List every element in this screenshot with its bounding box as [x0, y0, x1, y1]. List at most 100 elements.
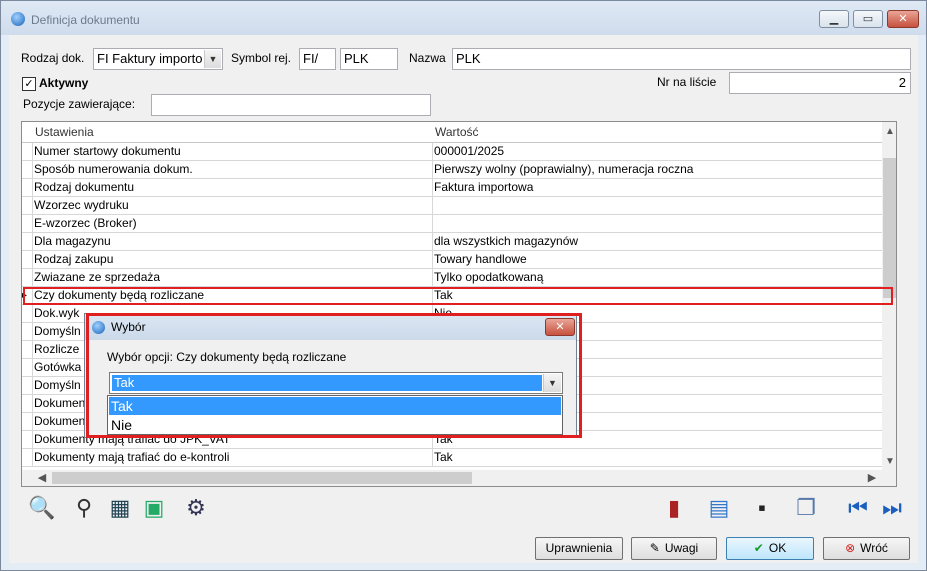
- setting-value[interactable]: Tylko opodatkowaną: [434, 269, 882, 286]
- search-info-icon[interactable]: 🔍: [27, 493, 57, 523]
- scroll-right-icon[interactable]: ▶: [864, 470, 880, 486]
- row-indicator: [22, 431, 33, 448]
- nazwa-field[interactable]: PLK: [452, 48, 911, 70]
- window-title: Definicja dokumentu: [31, 13, 140, 27]
- symbol-prefix-field[interactable]: FI/: [299, 48, 336, 70]
- nr-field[interactable]: 2: [729, 72, 911, 94]
- rodzaj-combo[interactable]: FI Faktury importo ▼: [93, 48, 223, 70]
- ok-button[interactable]: ✔ OK: [726, 537, 814, 560]
- row-indicator: [22, 413, 33, 430]
- setting-name: Wzorzec wydruku: [34, 197, 433, 214]
- table-row[interactable]: Wzorzec wydruku: [22, 197, 882, 215]
- ok-label: OK: [768, 541, 787, 555]
- scroll-thumb[interactable]: [883, 158, 896, 298]
- setting-value[interactable]: [434, 215, 882, 232]
- chevron-down-icon[interactable]: ▼: [204, 50, 221, 68]
- setting-value[interactable]: Tak: [434, 449, 882, 466]
- previous-icon[interactable]: ⏮: [843, 493, 873, 523]
- setting-name: Rodzaj dokumentu: [34, 179, 433, 196]
- maximize-button[interactable]: ▭: [853, 10, 883, 28]
- scroll-left-icon[interactable]: ◀: [34, 470, 50, 486]
- setting-value[interactable]: dla wszystkich magazynów: [434, 233, 882, 250]
- aktywny-checkbox[interactable]: ✓: [22, 77, 36, 91]
- close-icon: ✕: [898, 13, 908, 25]
- setting-value[interactable]: Faktura importowa: [434, 179, 882, 196]
- table-row[interactable]: Dokumenty mają trafiać do e-kontroli Tak: [22, 449, 882, 467]
- table-row[interactable]: Sposób numerowania dokum. Pierwszy wolny …: [22, 161, 882, 179]
- scroll-h-thumb[interactable]: [52, 472, 472, 484]
- horizontal-scrollbar[interactable]: ◀ ▶: [22, 470, 896, 486]
- uwagi-label: Uwagi: [664, 541, 699, 555]
- save-icon[interactable]: ▪: [747, 493, 777, 523]
- app-globe-icon: [11, 12, 25, 26]
- row-indicator: [22, 197, 33, 214]
- setting-name: Dla magazynu: [34, 233, 433, 250]
- setting-value[interactable]: 000001/2025: [434, 143, 882, 160]
- gears-icon[interactable]: ⚙: [181, 493, 211, 523]
- symbol-label: Symbol rej.: [231, 51, 292, 65]
- setting-name: Zwiazane ze sprzedaża: [34, 269, 433, 286]
- pozycje-field[interactable]: [151, 94, 431, 116]
- windows-icon[interactable]: ❐: [791, 493, 821, 523]
- column-header-ustawienia[interactable]: Ustawienia: [32, 122, 431, 142]
- option-dropdown-list: Tak Nie: [107, 395, 563, 435]
- check-icon: ✔: [753, 541, 764, 555]
- close-button[interactable]: ✕: [887, 10, 919, 28]
- table-row[interactable]: E-wzorzec (Broker): [22, 215, 882, 233]
- calculator-icon[interactable]: ▣: [139, 493, 169, 523]
- row-indicator: [22, 269, 33, 286]
- minimize-button[interactable]: ▁: [819, 10, 849, 28]
- row-indicator: [22, 233, 33, 250]
- option-nie[interactable]: Nie: [109, 416, 561, 434]
- form-area: Rodzaj dok. FI Faktury importo ▼ Symbol …: [9, 35, 918, 563]
- aktywny-label: Aktywny: [39, 76, 89, 90]
- row-indicator: [22, 359, 33, 376]
- option-tak[interactable]: Tak: [109, 397, 561, 415]
- title-bar: Definicja dokumentu ▁ ▭ ✕: [1, 1, 926, 35]
- setting-value[interactable]: [434, 197, 882, 214]
- setting-name: Rodzaj zakupu: [34, 251, 433, 268]
- symbol-suffix-field[interactable]: PLK: [340, 48, 398, 70]
- table-row[interactable]: Dla magazynu dla wszystkich magazynów: [22, 233, 882, 251]
- row-indicator: [22, 341, 33, 358]
- row-indicator: [22, 449, 33, 466]
- uprawnienia-button[interactable]: Uprawnienia: [535, 537, 623, 560]
- row-indicator: [22, 215, 33, 232]
- row-indicator: [22, 377, 33, 394]
- uwagi-button[interactable]: ✎ Uwagi: [631, 537, 717, 560]
- setting-name: Numer startowy dokumentu: [34, 143, 433, 160]
- nazwa-label: Nazwa: [409, 51, 446, 65]
- uprawnienia-label: Uprawnienia: [545, 541, 613, 555]
- document-icon[interactable]: ▤: [704, 493, 734, 523]
- wroc-label: Wróć: [860, 541, 888, 555]
- minimize-icon: ▁: [829, 13, 839, 25]
- row-indicator: [22, 143, 33, 160]
- nr-label: Nr na liście: [657, 75, 717, 89]
- scroll-up-icon[interactable]: ▲: [882, 124, 896, 140]
- table-row[interactable]: Zwiazane ze sprzedaża Tylko opodatkowaną: [22, 269, 882, 287]
- rodzaj-value: FI Faktury importo: [97, 51, 203, 66]
- row-indicator: [22, 161, 33, 178]
- next-icon[interactable]: ⏭: [877, 493, 907, 523]
- wroc-button[interactable]: ⊗ Wróć: [823, 537, 910, 560]
- setting-value[interactable]: Towary handlowe: [434, 251, 882, 268]
- rodzaj-label: Rodzaj dok.: [21, 51, 85, 65]
- chart-icon[interactable]: ▮: [659, 493, 689, 523]
- setting-name: Sposób numerowania dokum.: [34, 161, 433, 178]
- table-filter-icon[interactable]: ▦: [105, 493, 135, 523]
- table-row[interactable]: Numer startowy dokumentu 000001/2025: [22, 143, 882, 161]
- table-row[interactable]: Rodzaj dokumentu Faktura importowa: [22, 179, 882, 197]
- table-row[interactable]: Rodzaj zakupu Towary handlowe: [22, 251, 882, 269]
- binoculars-icon[interactable]: ⚲: [69, 493, 99, 523]
- column-header-wartosc[interactable]: Wartość: [432, 122, 875, 142]
- setting-value[interactable]: Pierwszy wolny (poprawialny), numeracja …: [434, 161, 882, 178]
- grid-header: Ustawienia Wartość: [22, 122, 882, 143]
- row-indicator: [22, 251, 33, 268]
- row-indicator: [22, 323, 33, 340]
- document-definition-window: Definicja dokumentu ▁ ▭ ✕ Rodzaj dok. FI…: [0, 0, 927, 571]
- maximize-icon: ▭: [862, 13, 874, 25]
- pozycje-label: Pozycje zawierające:: [23, 97, 136, 111]
- setting-name: Dokumenty mają trafiać do e-kontroli: [34, 449, 433, 466]
- scroll-down-icon[interactable]: ▼: [882, 454, 896, 470]
- cancel-icon: ⊗: [845, 541, 856, 555]
